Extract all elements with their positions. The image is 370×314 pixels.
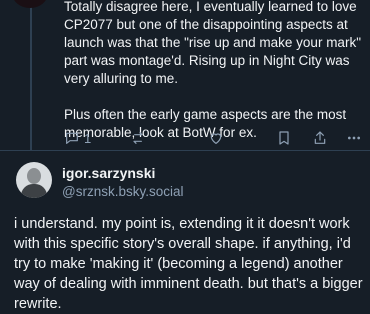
bookmark-icon	[279, 131, 289, 145]
reply-icon	[66, 132, 78, 144]
parent-actions-bar: 1	[64, 128, 364, 148]
repost-icon	[133, 132, 143, 144]
bookmark-button[interactable]	[276, 128, 292, 148]
thread-line	[30, 0, 32, 150]
share-button[interactable]	[312, 128, 328, 148]
parent-post[interactable]: Totally disagree here, I eventually lear…	[0, 0, 370, 150]
author-handle[interactable]: @srznsk.bsky.social	[62, 184, 183, 199]
parent-post-text: Totally disagree here, I eventually lear…	[64, 0, 361, 140]
more-icon	[348, 136, 360, 140]
like-button[interactable]	[208, 128, 224, 148]
post-divider	[0, 150, 370, 151]
author-display-name[interactable]: igor.sarzynski	[62, 165, 155, 181]
heart-icon	[210, 133, 222, 144]
share-icon	[314, 131, 326, 144]
post-author[interactable]: igor.sarzynski @srznsk.bsky.social	[16, 162, 356, 206]
reply-count: 1	[84, 130, 92, 146]
author-avatar[interactable]	[16, 162, 52, 198]
repost-button[interactable]	[130, 128, 146, 148]
more-button[interactable]	[346, 128, 362, 148]
parent-avatar[interactable]	[12, 0, 48, 8]
reply-button[interactable]: 1	[64, 128, 91, 148]
post-text: i understand. my point is, extending it …	[14, 216, 363, 312]
